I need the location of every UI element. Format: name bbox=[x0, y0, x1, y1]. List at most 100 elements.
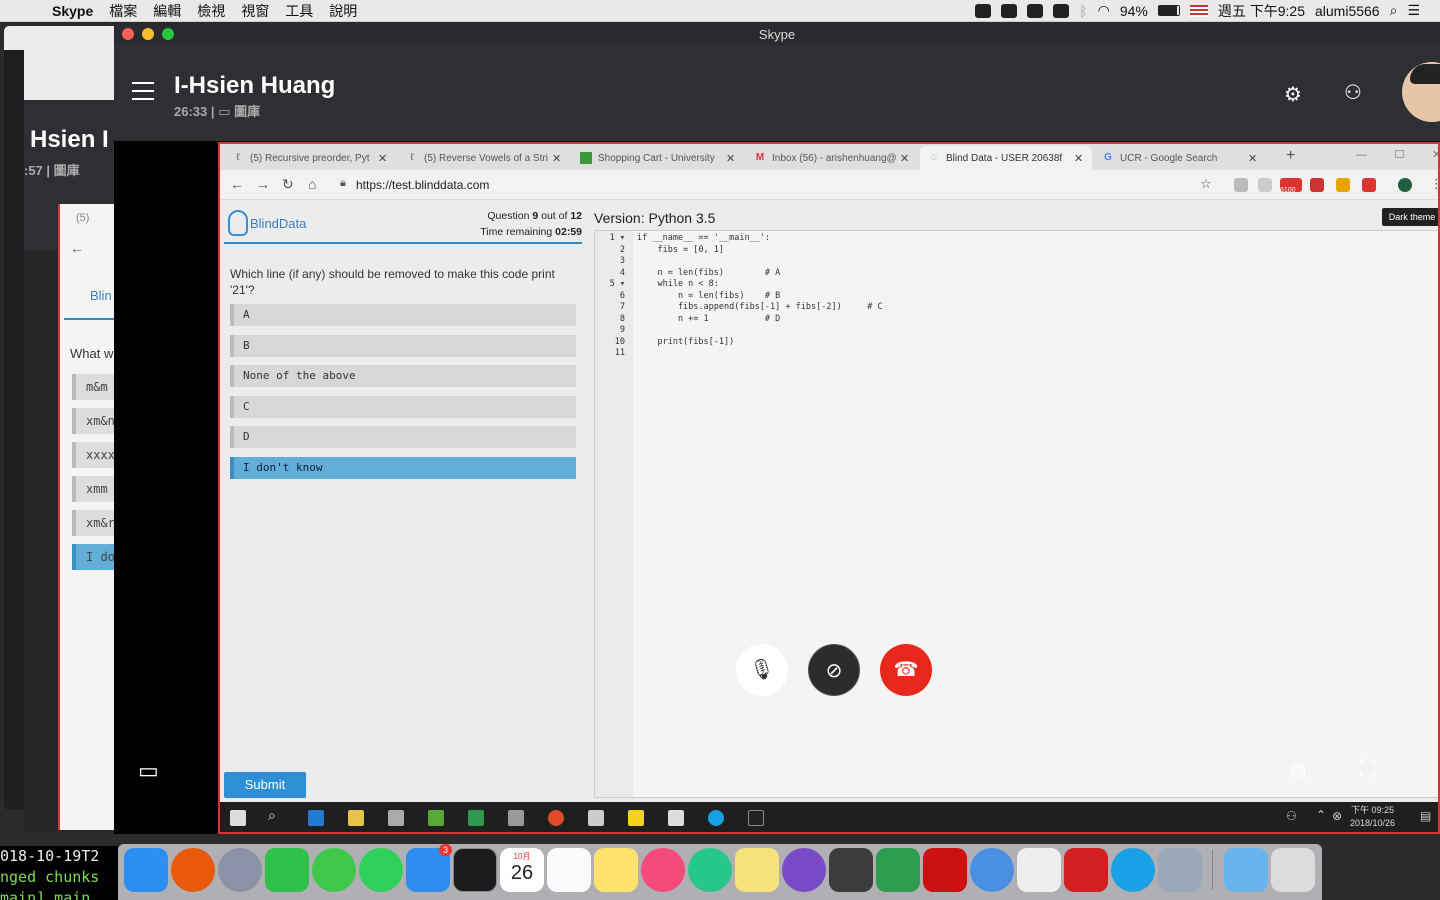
bookmark-star-icon[interactable]: ☆ bbox=[1200, 176, 1212, 192]
calendar-dock-icon[interactable]: 10月 26 bbox=[500, 848, 544, 892]
gallery-icon[interactable]: ▭ bbox=[218, 104, 230, 119]
stickies-icon[interactable] bbox=[735, 848, 779, 892]
window-controls[interactable]: — ☐ ✕ bbox=[1356, 148, 1438, 161]
extension-icon[interactable] bbox=[1336, 178, 1350, 192]
menubar-clock[interactable]: 週五 下午9:25 bbox=[1218, 1, 1305, 21]
action-center-icon[interactable]: ▤ bbox=[1420, 809, 1431, 823]
people-icon[interactable]: ⚇ bbox=[1286, 809, 1297, 823]
zoom-window-button[interactable] bbox=[162, 28, 174, 40]
tab-close-icon[interactable]: ✕ bbox=[1248, 152, 1257, 165]
battery-percent[interactable]: 94% bbox=[1120, 3, 1148, 19]
network-icon[interactable]: ⊗ bbox=[1332, 809, 1342, 823]
browser-tab[interactable]: ℓ (5) Recursive preorder, Pyt ✕ bbox=[224, 146, 396, 170]
gmail-extension-icon[interactable]: 6100 bbox=[1280, 178, 1302, 194]
notes-icon[interactable] bbox=[594, 848, 638, 892]
sublime-text-icon[interactable] bbox=[829, 848, 873, 892]
app-icon[interactable] bbox=[876, 848, 920, 892]
browser-tab[interactable]: G UCR - Google Search ✕ bbox=[1094, 146, 1266, 170]
app-icon[interactable] bbox=[508, 810, 524, 826]
lock-icon[interactable]: 🔒︎ bbox=[340, 177, 346, 190]
code-editor[interactable]: 1 ▾ 2 3 4 5 ▾ 6 7 8 9 10 11 if __name__ … bbox=[594, 230, 1438, 798]
terminal-icon[interactable] bbox=[748, 810, 764, 826]
hang-up-button[interactable]: ☎︎ bbox=[880, 644, 932, 696]
terminal-window[interactable]: 018-10-19T2 nged chunks main] main bbox=[0, 846, 118, 900]
browser-tab-active[interactable]: ◌ Blind Data - USER 20638f ✕ bbox=[920, 146, 1092, 170]
menu-window[interactable]: 視窗 bbox=[241, 1, 269, 21]
forward-icon[interactable]: → bbox=[256, 176, 270, 192]
edge-icon[interactable] bbox=[308, 810, 324, 826]
wechat-tray-icon[interactable] bbox=[1053, 3, 1070, 18]
itunes-icon[interactable] bbox=[641, 848, 685, 892]
mail-icon[interactable] bbox=[588, 810, 604, 826]
back-icon[interactable]: ← bbox=[230, 176, 244, 192]
extension-icon[interactable] bbox=[1362, 178, 1376, 192]
reminders-icon[interactable] bbox=[547, 848, 591, 892]
tab-close-icon[interactable]: ✕ bbox=[900, 152, 909, 165]
submit-button[interactable]: Submit bbox=[224, 772, 306, 798]
hamburger-menu-icon[interactable] bbox=[132, 82, 154, 100]
store-icon[interactable] bbox=[388, 810, 404, 826]
skype-tray-icon[interactable] bbox=[975, 3, 992, 18]
spotlight-icon[interactable]: ⌕ bbox=[1390, 2, 1398, 19]
app-icon[interactable] bbox=[428, 810, 444, 826]
address-bar[interactable]: https://test.blinddata.com bbox=[356, 178, 489, 192]
tab-close-icon[interactable]: ✕ bbox=[552, 152, 561, 165]
close-window-button[interactable] bbox=[122, 28, 134, 40]
battery-icon[interactable] bbox=[1157, 5, 1180, 16]
screenshot-icon[interactable]: ⛶ bbox=[1360, 756, 1375, 782]
tab-close-icon[interactable]: ✕ bbox=[726, 152, 735, 165]
finder-icon[interactable] bbox=[124, 848, 168, 892]
gear-icon[interactable]: ⚙ bbox=[1284, 82, 1302, 107]
reload-icon[interactable]: ↻ bbox=[282, 176, 294, 193]
menu-file[interactable]: 檔案 bbox=[109, 1, 137, 21]
wechat-icon[interactable] bbox=[312, 848, 356, 892]
app-icon[interactable] bbox=[468, 810, 484, 826]
answer-option[interactable]: None of the above bbox=[230, 365, 576, 387]
input-flag-icon[interactable] bbox=[1189, 4, 1208, 17]
chat-app-icon[interactable] bbox=[688, 848, 732, 892]
skype-icon[interactable] bbox=[708, 810, 724, 826]
skype-dock-icon[interactable] bbox=[1111, 848, 1155, 892]
new-tab-icon[interactable]: + bbox=[1286, 147, 1295, 165]
search-icon[interactable]: ⌕ bbox=[268, 807, 276, 824]
minimize-window-button[interactable] bbox=[142, 28, 154, 40]
answer-option[interactable]: B bbox=[230, 335, 576, 357]
chrome-icon[interactable] bbox=[548, 810, 564, 826]
windows-start-icon[interactable] bbox=[230, 810, 246, 826]
home-icon[interactable]: ⌂ bbox=[308, 176, 316, 192]
restore-window-icon[interactable]: ⧉ bbox=[1290, 758, 1306, 784]
file-explorer-icon[interactable] bbox=[348, 810, 364, 826]
answer-option[interactable]: A bbox=[230, 304, 576, 326]
microphone-button[interactable]: 🎙︎ bbox=[736, 644, 788, 696]
extension-icon[interactable] bbox=[1258, 178, 1272, 192]
line-icon[interactable] bbox=[265, 848, 309, 892]
dropbox-tray-icon[interactable] bbox=[1001, 3, 1018, 18]
answer-option[interactable]: D bbox=[230, 426, 576, 448]
extension-icon[interactable] bbox=[1310, 178, 1324, 192]
tab-close-icon[interactable]: ✕ bbox=[1074, 152, 1083, 165]
extension-icon[interactable] bbox=[1234, 178, 1248, 192]
textedit-icon[interactable] bbox=[1017, 848, 1061, 892]
whatsapp-icon[interactable] bbox=[359, 848, 403, 892]
firefox-icon[interactable] bbox=[171, 848, 215, 892]
answer-option-selected[interactable]: I don't know bbox=[230, 457, 576, 479]
bluetooth-icon[interactable]: ᛒ bbox=[1079, 3, 1087, 19]
trash-icon[interactable] bbox=[1271, 848, 1315, 892]
launchpad-icon[interactable] bbox=[218, 848, 262, 892]
notification-center-icon[interactable]: ☰ bbox=[1407, 2, 1420, 19]
menu-app-skype[interactable]: Skype bbox=[52, 3, 93, 19]
app-icon[interactable] bbox=[1064, 848, 1108, 892]
menu-edit[interactable]: 編輯 bbox=[153, 1, 181, 21]
wifi-icon[interactable]: ◠ bbox=[1098, 2, 1110, 19]
chevron-up-icon[interactable]: ⌃ bbox=[1316, 808, 1326, 822]
line-tray-icon[interactable] bbox=[1027, 3, 1044, 18]
answer-option[interactable]: C bbox=[230, 396, 576, 418]
tab-close-icon[interactable]: ✕ bbox=[378, 152, 387, 165]
profile-icon[interactable] bbox=[1398, 178, 1412, 192]
sticky-notes-icon[interactable] bbox=[628, 810, 644, 826]
browser-tab[interactable]: M Inbox (56) - arishenhuang@ ✕ bbox=[746, 146, 918, 170]
taskbar-clock[interactable]: 下午 09:25 2018/10/26 bbox=[1350, 804, 1395, 830]
menu-tools[interactable]: 工具 bbox=[285, 1, 313, 21]
video-off-button[interactable]: ⊘ bbox=[808, 644, 860, 696]
menu-kebab-icon[interactable]: ⋮ bbox=[1430, 176, 1438, 192]
